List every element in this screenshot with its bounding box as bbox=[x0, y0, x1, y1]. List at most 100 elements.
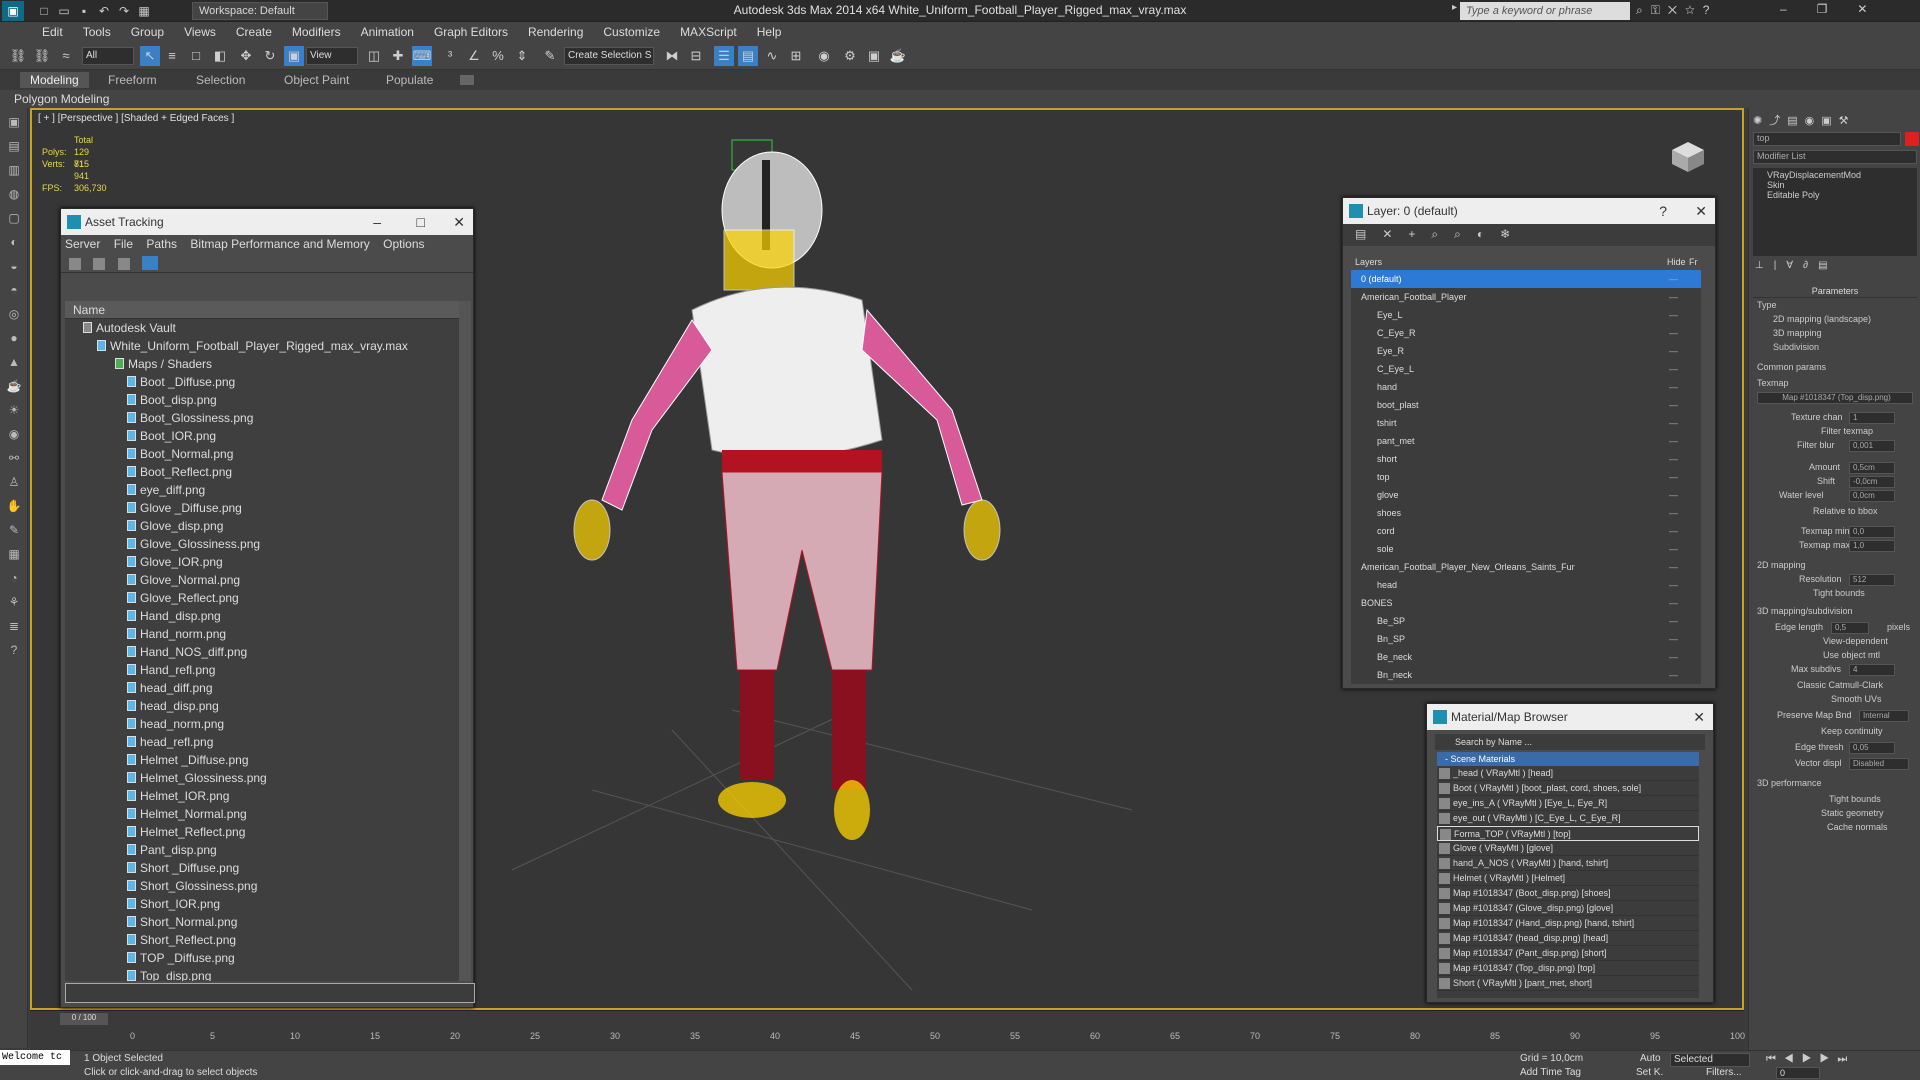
amount-input[interactable]: 0,5cm bbox=[1849, 462, 1895, 474]
map-file-row[interactable]: Helmet_Reflect.png bbox=[65, 823, 461, 841]
hide-toggle-icon[interactable]: — bbox=[1669, 378, 1678, 396]
hair-icon[interactable]: ⚘ bbox=[4, 592, 24, 612]
material-row[interactable]: Helmet ( VRayMtl ) [Helmet] bbox=[1437, 871, 1699, 886]
tab-selection[interactable]: Selection bbox=[196, 73, 245, 87]
max-subdivs-input[interactable]: 4 bbox=[1849, 664, 1895, 676]
playback-controls[interactable]: ⏮◀▶▶⏭ bbox=[1766, 1053, 1855, 1066]
use-object-mtl-checkbox[interactable]: Use object mtl bbox=[1823, 650, 1880, 660]
keyboard-shortcut-icon[interactable]: ⌨ bbox=[412, 46, 432, 66]
command-panel-tabs[interactable]: ✺⤴▤◉▣⚒ bbox=[1753, 112, 1917, 128]
edit-named-selection-icon[interactable]: ✎ bbox=[540, 46, 560, 66]
material-row[interactable]: Map #1018347 (Boot_disp.png) [shoes] bbox=[1437, 886, 1699, 901]
schematic-view-icon[interactable]: ⊞ bbox=[786, 46, 806, 66]
menu-group[interactable]: Group bbox=[121, 22, 174, 42]
map-file-row[interactable]: Helmet_IOR.png bbox=[65, 787, 461, 805]
map-file-row[interactable]: Glove_disp.png bbox=[65, 517, 461, 535]
map-file-row[interactable]: Boot_disp.png bbox=[65, 391, 461, 409]
radio-subdivision[interactable]: Subdivision bbox=[1773, 342, 1819, 352]
close-icon[interactable]: ✕ bbox=[453, 209, 465, 235]
hide-toggle-icon[interactable]: — bbox=[1669, 666, 1678, 684]
map-file-row[interactable]: head_diff.png bbox=[65, 679, 461, 697]
map-file-row[interactable]: Short_Glossiness.png bbox=[65, 877, 461, 895]
tab-object-paint[interactable]: Object Paint bbox=[284, 73, 349, 87]
hide-toggle-icon[interactable]: — bbox=[1669, 648, 1678, 666]
render-setup-icon[interactable]: ⚙ bbox=[840, 46, 860, 66]
hide-toggle-icon[interactable]: — bbox=[1669, 594, 1678, 612]
refresh-icon[interactable] bbox=[69, 258, 81, 270]
menu-customize[interactable]: Customize bbox=[593, 22, 670, 42]
layer-row[interactable]: C_Eye_R — bbox=[1351, 324, 1701, 342]
key-filter-dropdown[interactable]: Selected bbox=[1670, 1053, 1750, 1067]
layer-row[interactable]: short — bbox=[1351, 450, 1701, 468]
hide-toggle-icon[interactable]: — bbox=[1669, 288, 1678, 306]
col-freeze[interactable]: Fr bbox=[1689, 254, 1698, 270]
menu-create[interactable]: Create bbox=[226, 22, 282, 42]
maximize-icon[interactable]: □ bbox=[417, 209, 425, 235]
map-file-row[interactable]: Hand_disp.png bbox=[65, 607, 461, 625]
map-file-row[interactable]: Boot_IOR.png bbox=[65, 427, 461, 445]
close-icon[interactable]: ✕ bbox=[1695, 198, 1707, 224]
map-file-row[interactable]: Pant_disp.png bbox=[65, 841, 461, 859]
map-file-row[interactable]: Boot_Reflect.png bbox=[65, 463, 461, 481]
time-slider[interactable]: 0 / 100 0 5 10 15 20 25 30 35 40 45 50 55 60 65 70 75 80… bbox=[30, 1010, 1745, 1050]
menu-server[interactable]: Server bbox=[65, 237, 100, 251]
key-filters-button[interactable]: Filters... bbox=[1706, 1067, 1742, 1078]
hide-toggle-icon[interactable]: — bbox=[1669, 504, 1678, 522]
particle-icon[interactable]: ◎ bbox=[4, 304, 24, 324]
map-file-row[interactable]: Helmet_Glossiness.png bbox=[65, 769, 461, 787]
material-row[interactable]: eye_ins_A ( VRayMtl ) [Eye_L, Eye_R] bbox=[1437, 796, 1699, 811]
freeze-all-icon[interactable]: ❄ bbox=[1500, 227, 1526, 241]
col-layers[interactable]: Layers bbox=[1355, 257, 1382, 267]
menu-graph-editors[interactable]: Graph Editors bbox=[424, 22, 518, 42]
select-object-icon[interactable]: ↖ bbox=[140, 46, 160, 66]
layer-row[interactable]: American_Football_Player — bbox=[1351, 288, 1701, 306]
hide-toggle-icon[interactable]: — bbox=[1669, 450, 1678, 468]
material-row[interactable]: Map #1018347 (head_disp.png) [head] bbox=[1437, 931, 1699, 946]
water-level-input[interactable]: 0,0cm bbox=[1849, 490, 1895, 502]
scale-icon[interactable]: ▣ bbox=[284, 46, 304, 66]
map-file-row[interactable]: Glove_Reflect.png bbox=[65, 589, 461, 607]
catmull-clark-checkbox[interactable]: Classic Catmull-Clark bbox=[1797, 680, 1883, 690]
window-crossing-icon[interactable]: ◧ bbox=[210, 46, 230, 66]
layer-row[interactable]: pant_met — bbox=[1351, 432, 1701, 450]
scene-materials-header[interactable]: - Scene Materials bbox=[1437, 752, 1699, 766]
material-row[interactable]: Short ( VRayMtl ) [pant_met, short] bbox=[1437, 976, 1699, 991]
menu-options[interactable]: Options bbox=[383, 237, 424, 251]
curve-editor-icon[interactable]: ∿ bbox=[762, 46, 782, 66]
edge-length-input[interactable]: 0,5 bbox=[1831, 622, 1869, 634]
highlight-icon[interactable]: ⌕ bbox=[1454, 227, 1477, 241]
layer-row[interactable]: Eye_L — bbox=[1351, 306, 1701, 324]
reference-coordinate-dropdown[interactable]: View bbox=[306, 47, 358, 65]
map-file-row[interactable]: Glove _Diffuse.png bbox=[65, 499, 461, 517]
hide-toggle-icon[interactable]: — bbox=[1669, 342, 1678, 360]
relative-bbox-checkbox[interactable]: Relative to bbox bbox=[1813, 506, 1878, 516]
hide-toggle-icon[interactable]: — bbox=[1669, 468, 1678, 486]
material-row[interactable]: _head ( VRayMtl ) [head] bbox=[1437, 766, 1699, 781]
preserve-map-dropdown[interactable]: Internal bbox=[1859, 710, 1909, 722]
material-row[interactable]: Map #1018347 (Glove_disp.png) [glove] bbox=[1437, 901, 1699, 916]
hide-toggle-icon[interactable]: — bbox=[1669, 612, 1678, 630]
table-view-icon[interactable] bbox=[117, 258, 130, 270]
column-name-header[interactable]: Name bbox=[65, 301, 461, 319]
menu-maxscript[interactable]: MAXScript bbox=[670, 22, 747, 42]
help-icon[interactable]: ? bbox=[4, 640, 24, 660]
layer-row[interactable]: 0 (default) — bbox=[1351, 270, 1701, 288]
maxscript-listener[interactable]: Welcome tc bbox=[0, 1050, 70, 1065]
layer-row[interactable]: Bn_neck — bbox=[1351, 666, 1701, 684]
hide-all-icon[interactable]: ◐ bbox=[1477, 227, 1500, 241]
tree-max-file[interactable]: White_Uniform_Football_Player_Rigged_max… bbox=[65, 337, 461, 355]
layer-row[interactable]: tshirt — bbox=[1351, 414, 1701, 432]
smooth-uvs-checkbox[interactable]: Smooth UVs bbox=[1831, 694, 1882, 704]
menu-rendering[interactable]: Rendering bbox=[518, 22, 593, 42]
map-file-row[interactable]: eye_diff.png bbox=[65, 481, 461, 499]
texmap-button[interactable]: Map #1018347 (Top_disp.png) bbox=[1757, 392, 1913, 404]
menu-edit[interactable]: Edit bbox=[32, 22, 73, 42]
map-file-row[interactable]: Top_disp.png bbox=[65, 967, 461, 981]
spinner-snap-icon[interactable]: ⇕ bbox=[512, 46, 532, 66]
hand-icon[interactable]: ✋ bbox=[4, 496, 24, 516]
menu-help[interactable]: Help bbox=[747, 22, 792, 42]
layer-row[interactable]: Be_SP — bbox=[1351, 612, 1701, 630]
layer-titlebar[interactable]: Layer: 0 (default) ? ✕ bbox=[1343, 198, 1715, 224]
layer-row[interactable]: Eye_R — bbox=[1351, 342, 1701, 360]
menu-views[interactable]: Views bbox=[174, 22, 226, 42]
